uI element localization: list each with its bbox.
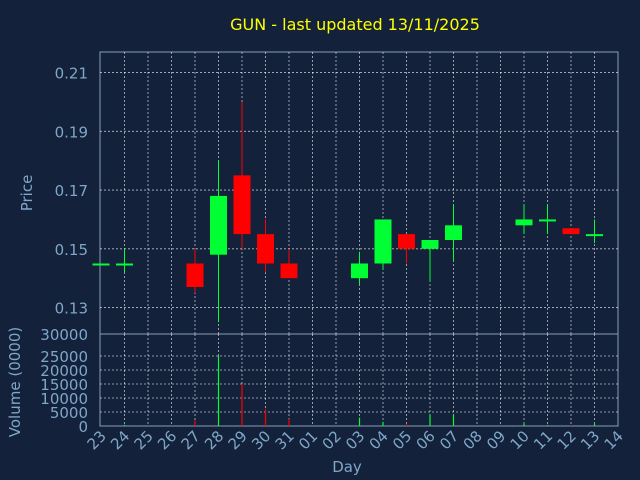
x-tick-label: 26 [154, 427, 180, 453]
x-tick-label: 03 [342, 427, 368, 453]
x-tick-label: 12 [554, 427, 580, 453]
x-tick-label: 30 [248, 427, 274, 453]
chart-title: GUN - last updated 13/11/2025 [230, 15, 480, 34]
x-tick-label: 28 [201, 427, 227, 453]
x-tick-label: 25 [131, 427, 157, 453]
x-tick-label: 07 [436, 427, 462, 453]
volume-tick-label: 30000 [40, 326, 88, 344]
candle-body [92, 263, 110, 266]
x-tick-label: 29 [225, 427, 251, 453]
x-tick-label: 24 [107, 427, 133, 453]
candle-body [586, 234, 603, 237]
candle-body [398, 234, 415, 249]
price-axis-label: Price [18, 175, 36, 212]
price-tick-label: 0.17 [55, 182, 88, 200]
volume-axis-label: Volume (0000) [6, 327, 24, 437]
candle-body [186, 263, 204, 287]
x-tick-label: 04 [366, 427, 392, 453]
candle-body [351, 263, 368, 279]
x-tick-label: 14 [601, 427, 627, 453]
x-tick-label: 13 [577, 427, 603, 453]
price-plot-area [99, 51, 619, 335]
candle-body [421, 240, 439, 249]
x-tick-label: 02 [319, 427, 345, 453]
x-tick-label: 05 [389, 427, 415, 453]
stock-chart: GUN - last updated 13/11/2025 0.130.150.… [6, 15, 627, 476]
volume-tick-label: 25000 [40, 348, 88, 366]
x-tick-label: 01 [295, 427, 321, 453]
price-tick-label: 0.21 [55, 65, 88, 83]
x-tick-label: 09 [483, 427, 509, 453]
candle-body [515, 219, 533, 226]
volume-panel: 050001000015000200002500030000 [40, 326, 619, 436]
candle-body [210, 195, 227, 255]
x-axis-label: Day [332, 458, 362, 476]
x-tick-label: 11 [530, 427, 556, 453]
candle-body [233, 175, 251, 235]
candle-body [562, 228, 580, 235]
price-panel: 0.13 0.15 0.17 0.19 0.21 [55, 51, 619, 335]
x-tick-label: 31 [272, 427, 298, 453]
candle-body [539, 219, 556, 222]
candle-body [257, 234, 274, 264]
x-tick-label: 10 [507, 427, 533, 453]
candle-body [116, 263, 133, 266]
price-tick-label: 0.13 [55, 300, 88, 318]
price-tick-label: 0.19 [55, 123, 88, 141]
candle-body [280, 263, 298, 279]
x-tick-label: 06 [413, 427, 439, 453]
x-tick-label: 08 [460, 427, 486, 453]
price-tick-label: 0.15 [55, 241, 88, 259]
candle-body [445, 225, 462, 240]
candle-body [374, 219, 392, 264]
x-tick-label: 27 [178, 427, 204, 453]
